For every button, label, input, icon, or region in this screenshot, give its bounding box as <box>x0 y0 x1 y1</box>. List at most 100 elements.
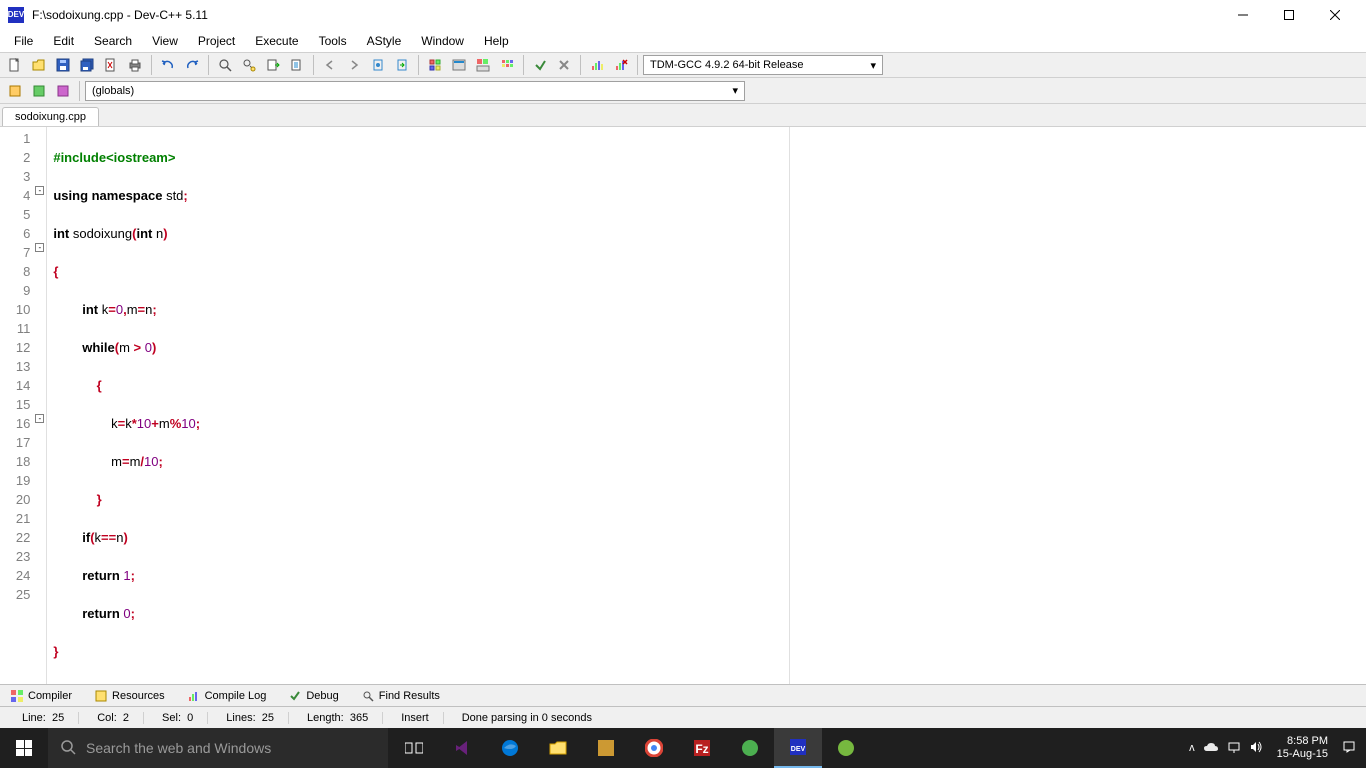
system-tray: ʌ 8:58 PM 15-Aug-15 <box>1179 728 1366 768</box>
find-results-tab-icon <box>361 689 375 703</box>
taskbar-utorrent-icon[interactable] <box>822 728 870 768</box>
toolbar-separator <box>79 81 80 101</box>
status-sel: 0 <box>187 712 193 724</box>
new-class-icon[interactable] <box>28 80 50 102</box>
taskbar-app1-icon[interactable] <box>582 728 630 768</box>
editor-right-pane <box>790 127 1366 684</box>
debug-icon[interactable] <box>529 54 551 76</box>
code-editor[interactable]: 12345 678910 1112131415 1617181920 21222… <box>0 126 1366 684</box>
output-tabbar: Compiler Resources Compile Log Debug Fin… <box>0 684 1366 706</box>
app-icon: DEV <box>8 7 24 23</box>
fold-toggle-icon[interactable]: - <box>35 186 44 195</box>
new-other-icon[interactable] <box>52 80 74 102</box>
compile-run-icon[interactable] <box>472 54 494 76</box>
taskbar-explorer-icon[interactable] <box>534 728 582 768</box>
taskbar-vs-icon[interactable] <box>438 728 486 768</box>
secondary-toolbar: (globals) ▾ <box>0 78 1366 104</box>
taskbar-app2-icon[interactable] <box>726 728 774 768</box>
toolbar-separator <box>580 55 581 75</box>
goto-bookmark-icon[interactable] <box>391 54 413 76</box>
taskbar-chrome-icon[interactable] <box>630 728 678 768</box>
windows-logo-icon <box>16 740 32 756</box>
svg-text:DEV: DEV <box>791 746 806 753</box>
taskbar-time: 8:58 PM <box>1277 735 1328 748</box>
menu-execute[interactable]: Execute <box>245 32 308 50</box>
print-icon[interactable] <box>124 54 146 76</box>
status-insert-mode: Insert <box>387 712 444 724</box>
menubar: File Edit Search View Project Execute To… <box>0 30 1366 52</box>
toolbar-separator <box>418 55 419 75</box>
menu-project[interactable]: Project <box>188 32 245 50</box>
tab-resources[interactable]: Resources <box>88 687 171 705</box>
replace-icon[interactable] <box>238 54 260 76</box>
forward-icon[interactable] <box>343 54 365 76</box>
toolbar-separator <box>151 55 152 75</box>
find-next-icon[interactable] <box>262 54 284 76</box>
svg-text:Fz: Fz <box>695 742 708 756</box>
globals-select[interactable]: (globals) ▾ <box>85 81 745 101</box>
compile-icon[interactable] <box>424 54 446 76</box>
back-icon[interactable] <box>319 54 341 76</box>
goto-line-icon[interactable] <box>286 54 308 76</box>
tray-chevron-icon[interactable]: ʌ <box>1189 742 1195 754</box>
minimize-button[interactable] <box>1220 0 1266 30</box>
fold-toggle-icon[interactable]: - <box>35 414 44 423</box>
run-icon[interactable] <box>448 54 470 76</box>
network-icon[interactable] <box>1227 740 1241 757</box>
redo-icon[interactable] <box>181 54 203 76</box>
compiler-tab-icon <box>10 689 24 703</box>
close-file-icon[interactable] <box>100 54 122 76</box>
menu-edit[interactable]: Edit <box>43 32 84 50</box>
file-tab[interactable]: sodoixung.cpp <box>2 107 99 126</box>
taskbar-edge-icon[interactable] <box>486 728 534 768</box>
undo-icon[interactable] <box>157 54 179 76</box>
onedrive-icon[interactable] <box>1203 741 1219 756</box>
taskbar-devcpp-icon[interactable]: DEV <box>774 728 822 768</box>
fold-toggle-icon[interactable]: - <box>35 243 44 252</box>
menu-view[interactable]: View <box>142 32 188 50</box>
save-icon[interactable] <box>52 54 74 76</box>
tab-compiler[interactable]: Compiler <box>4 687 78 705</box>
window-titlebar: DEV F:\sodoixung.cpp - Dev-C++ 5.11 <box>0 0 1366 30</box>
toolbar-separator <box>313 55 314 75</box>
rebuild-icon[interactable] <box>496 54 518 76</box>
toolbar-separator <box>523 55 524 75</box>
toolbar-separator <box>208 55 209 75</box>
bookmark-icon[interactable] <box>367 54 389 76</box>
volume-icon[interactable] <box>1249 740 1263 757</box>
globals-select-label: (globals) <box>92 85 134 97</box>
menu-tools[interactable]: Tools <box>309 32 357 50</box>
menu-astyle[interactable]: AStyle <box>357 32 412 50</box>
menu-help[interactable]: Help <box>474 32 519 50</box>
tab-debug[interactable]: Debug <box>282 687 344 705</box>
new-project-icon[interactable] <box>4 80 26 102</box>
debug-tab-icon <box>288 689 302 703</box>
compiler-select[interactable]: TDM-GCC 4.9.2 64-bit Release ▾ <box>643 55 883 75</box>
code-area[interactable]: #include<iostream> using namespace std; … <box>47 127 789 684</box>
close-button[interactable] <box>1312 0 1358 30</box>
find-icon[interactable] <box>214 54 236 76</box>
status-line: 25 <box>52 712 64 724</box>
save-all-icon[interactable] <box>76 54 98 76</box>
notifications-icon[interactable] <box>1342 740 1356 757</box>
taskbar-filezilla-icon[interactable]: Fz <box>678 728 726 768</box>
taskbar-clock[interactable]: 8:58 PM 15-Aug-15 <box>1271 735 1334 761</box>
menu-file[interactable]: File <box>4 32 43 50</box>
stop-icon[interactable] <box>553 54 575 76</box>
profile-delete-icon[interactable] <box>610 54 632 76</box>
profile-icon[interactable] <box>586 54 608 76</box>
start-button[interactable] <box>0 728 48 768</box>
menu-search[interactable]: Search <box>84 32 142 50</box>
tab-compile-log[interactable]: Compile Log <box>181 687 273 705</box>
open-file-icon[interactable] <box>28 54 50 76</box>
status-length: 365 <box>350 712 368 724</box>
taskbar-date: 15-Aug-15 <box>1277 748 1328 761</box>
new-file-icon[interactable] <box>4 54 26 76</box>
maximize-button[interactable] <box>1266 0 1312 30</box>
file-tabbar: sodoixung.cpp <box>0 104 1366 126</box>
tab-find-results[interactable]: Find Results <box>355 687 446 705</box>
task-view-icon[interactable] <box>390 728 438 768</box>
menu-window[interactable]: Window <box>411 32 474 50</box>
statusbar: Line: 25 Col: 2 Sel: 0 Lines: 25 Length:… <box>0 706 1366 728</box>
taskbar-search[interactable]: Search the web and Windows <box>48 728 388 768</box>
